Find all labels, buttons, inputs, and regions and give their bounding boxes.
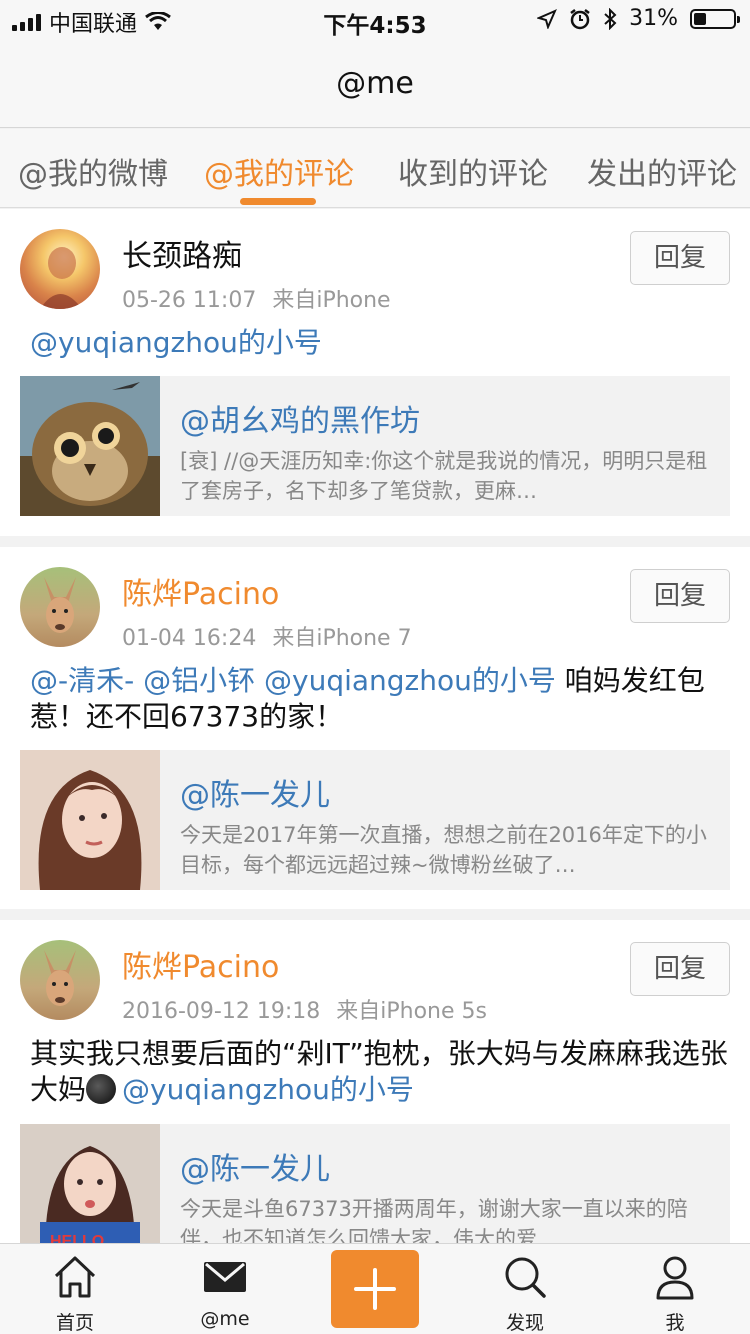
- comment-card[interactable]: 陈烨Pacino 01-04 16:24 来自iPhone 7 回复 @-清禾- …: [0, 547, 750, 909]
- compose-button[interactable]: [331, 1250, 419, 1328]
- tabbar-me-messages[interactable]: @me: [170, 1244, 280, 1334]
- comment-source: 来自iPhone: [272, 288, 391, 313]
- tabbar-home[interactable]: 首页: [20, 1244, 130, 1334]
- comment-card[interactable]: 长颈路痴 05-26 11:07 来自iPhone 回复 @yuqiangzhou…: [0, 209, 750, 536]
- person-icon: [656, 1256, 694, 1300]
- quoted-thumbnail: HELLO: [20, 1124, 160, 1243]
- mention-link[interactable]: @-清禾- @铝小钚 @yuqiangzhou的小号: [30, 664, 556, 697]
- reply-button[interactable]: 回复: [630, 231, 730, 285]
- tab-sent-comments[interactable]: 发出的评论: [587, 149, 737, 193]
- new-moon-emoji-icon: [86, 1074, 117, 1104]
- tabbar-profile[interactable]: 我: [620, 1244, 730, 1334]
- quoted-thumbnail: [20, 376, 160, 516]
- status-bar: 中国联通 下午4:53 31%: [0, 0, 750, 40]
- page-title: @me: [336, 66, 414, 101]
- author-name[interactable]: 陈烨Pacino: [122, 569, 279, 613]
- tab-my-comments[interactable]: @我的评论: [204, 149, 354, 193]
- mail-icon: [204, 1262, 246, 1292]
- quoted-author[interactable]: @陈一发儿: [180, 770, 330, 814]
- quoted-author[interactable]: @胡幺鸡的黑作坊: [180, 396, 420, 440]
- avatar[interactable]: [20, 940, 100, 1020]
- svg-text:HELLO: HELLO: [50, 1233, 104, 1243]
- comment-text: 其实我只想要后面的“剁IT”抱枕，张大妈与发麻麻我选张大妈 @yuqiangzho…: [30, 1036, 730, 1108]
- quoted-text: [衰] //@天涯历知幸:你这个就是我说的情况，明明只是租了套房子，名下却多了笔…: [180, 449, 708, 503]
- active-tab-indicator: [240, 198, 316, 205]
- reply-button[interactable]: 回复: [630, 942, 730, 996]
- comment-text: @yuqiangzhou的小号: [30, 325, 730, 361]
- author-name[interactable]: 陈烨Pacino: [122, 942, 279, 986]
- mention-link[interactable]: @yuqiangzhou的小号: [122, 1073, 414, 1106]
- search-icon: [505, 1257, 546, 1298]
- quoted-post[interactable]: @陈一发儿 今天是2017年第一次直播，想想之前在2016年定下的小目标，每个都…: [20, 750, 730, 890]
- comment-meta: 2016-09-12 19:18 来自iPhone 5s: [122, 993, 487, 1025]
- bluetooth-icon: [604, 7, 617, 30]
- tabbar-label: 我: [665, 1312, 685, 1334]
- tabbar-label: 首页: [55, 1312, 94, 1334]
- tab-received-comments[interactable]: 收到的评论: [398, 149, 548, 193]
- mention-link[interactable]: @yuqiangzhou的小号: [30, 326, 322, 359]
- comment-meta: 01-04 16:24 来自iPhone 7: [122, 620, 412, 652]
- bottom-tab-bar: 首页 @me 发现 我: [0, 1243, 750, 1334]
- avatar[interactable]: [20, 567, 100, 647]
- quoted-text: 今天是2017年第一次直播，想想之前在2016年定下的小目标，每个都远远超过辣~…: [180, 823, 707, 877]
- alarm-icon: [570, 8, 590, 29]
- reply-button[interactable]: 回复: [630, 569, 730, 623]
- tabbar-discover[interactable]: 发现: [470, 1244, 580, 1334]
- tab-my-weibo[interactable]: @我的微博: [18, 149, 168, 193]
- location-icon: [537, 8, 558, 29]
- quoted-post[interactable]: HELLO @陈一发儿 今天是斗鱼67373开播两周年，谢谢大家一直以来的陪伴，…: [20, 1124, 730, 1251]
- comment-meta: 05-26 11:07 来自iPhone: [122, 282, 391, 314]
- battery-icon: [690, 8, 740, 29]
- quoted-post[interactable]: @胡幺鸡的黑作坊 [衰] //@天涯历知幸:你这个就是我说的情况，明明只是租了套…: [20, 376, 730, 516]
- comment-source: 来自iPhone 7: [272, 626, 412, 651]
- comment-card[interactable]: 陈烨Pacino 2016-09-12 19:18 来自iPhone 5s 回复 …: [0, 920, 750, 1251]
- navigation-bar: @me: [0, 40, 750, 128]
- status-right: 31%: [537, 6, 740, 31]
- comment-text: @-清禾- @铝小钚 @yuqiangzhou的小号 咱妈发红包惹！还不回673…: [30, 663, 730, 735]
- avatar[interactable]: [20, 229, 100, 309]
- segment-tabs: @我的微博 @我的评论 收到的评论 发出的评论: [0, 129, 750, 208]
- home-icon: [54, 1256, 96, 1298]
- comment-date: 2016-09-12 19:18: [122, 999, 321, 1024]
- comment-source: 来自iPhone 5s: [336, 999, 487, 1024]
- comment-date: 01-04 16:24: [122, 626, 257, 651]
- quoted-thumbnail: [20, 750, 160, 890]
- battery-percent: 31%: [629, 6, 678, 31]
- comment-date: 05-26 11:07: [122, 288, 257, 313]
- tabbar-label: 发现: [505, 1312, 544, 1334]
- quoted-author[interactable]: @陈一发儿: [180, 1144, 330, 1188]
- plus-icon: [354, 1268, 396, 1310]
- tabbar-label: @me: [200, 1308, 250, 1330]
- author-name[interactable]: 长颈路痴: [122, 231, 242, 275]
